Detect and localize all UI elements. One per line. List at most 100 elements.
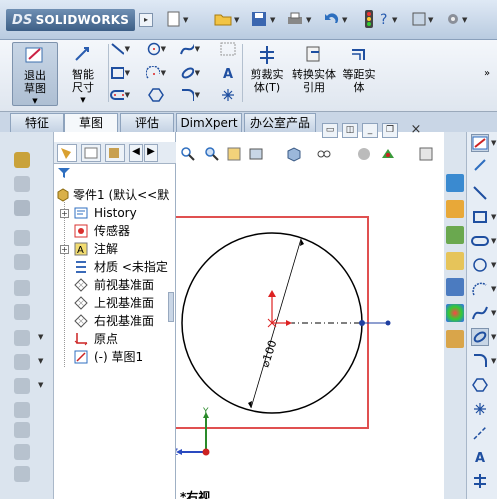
rt-rectangle-icon[interactable] <box>471 208 489 226</box>
sketch-canvas[interactable]: ⌀100 Y Z <box>176 172 444 499</box>
pattern-icon[interactable] <box>14 354 30 370</box>
window-close-icon[interactable]: × <box>408 123 424 138</box>
rt-point-icon[interactable] <box>471 400 489 418</box>
view-palette-icon[interactable] <box>446 278 464 296</box>
view-settings-icon[interactable] <box>418 146 434 162</box>
window-split-icon[interactable]: ◫ <box>342 123 358 138</box>
appearance-icon[interactable] <box>356 146 372 162</box>
circle-icon[interactable]: ▼ <box>146 40 166 58</box>
resources-icon[interactable] <box>446 174 464 192</box>
rt-slot-icon[interactable] <box>471 232 489 250</box>
filter-icon[interactable] <box>57 166 71 180</box>
command-manager: 退出草图 ▼ 智能尺寸 ▼ ▼ ▼ ▼ ▼ ▼ ▼ A ▼ ▼ 剪裁实体(T) … <box>0 40 497 112</box>
rectangle-icon[interactable]: ▼ <box>110 64 130 82</box>
convert-icon <box>306 46 320 62</box>
diameter-dimension-text[interactable]: ⌀100 <box>258 339 279 369</box>
sketch-toggle-icon[interactable] <box>471 134 489 152</box>
new-document-icon[interactable] <box>165 10 183 28</box>
extrude-icon[interactable] <box>14 152 30 168</box>
slot-icon[interactable]: ▼ <box>110 86 130 104</box>
scene-icon[interactable] <box>380 146 396 162</box>
polygon-icon[interactable] <box>146 86 166 104</box>
grid-icon[interactable] <box>218 40 238 58</box>
rt-text-icon[interactable]: A <box>471 448 489 466</box>
zoom-to-fit-icon[interactable] <box>180 146 196 162</box>
print-icon[interactable] <box>286 10 304 28</box>
offset-entities-button[interactable]: 等距实体 <box>336 42 382 106</box>
rt-centerline-icon[interactable] <box>471 424 489 442</box>
fillet-icon[interactable]: ▼ <box>180 86 200 104</box>
window-minimize-icon[interactable]: _ <box>362 123 378 138</box>
draft-icon[interactable] <box>14 402 30 418</box>
convert-entities-button[interactable]: 转换实体引用 <box>290 42 338 106</box>
svg-text:A: A <box>77 245 84 256</box>
panel-splitter-handle[interactable] <box>168 292 174 322</box>
design-library-icon[interactable] <box>446 226 464 244</box>
tab-evaluate[interactable]: 评估 <box>120 113 174 132</box>
logo-text: SOLIDWORKS <box>35 13 130 27</box>
more-arrow-icon[interactable]: » <box>484 68 490 79</box>
rt-circle-icon[interactable] <box>471 256 489 274</box>
feature-manager-tree: ◀ ▶ 零件1 (默认<<默 + History 传感器 + A 注解 材质 <… <box>54 132 176 499</box>
undo-icon[interactable] <box>322 10 340 28</box>
custom-properties-icon[interactable] <box>446 330 464 348</box>
file-explorer-icon[interactable] <box>446 252 464 270</box>
tab-sketch[interactable]: 草图 <box>64 113 118 132</box>
feature-manager-tab-icon[interactable] <box>57 144 77 162</box>
view-orientation-icon[interactable] <box>286 146 302 162</box>
cut-loft-icon[interactable] <box>14 304 30 320</box>
point-icon[interactable] <box>218 86 238 104</box>
text-icon[interactable]: A <box>218 64 238 82</box>
section-view-icon[interactable] <box>248 146 264 162</box>
fillet-feature-icon[interactable] <box>14 330 30 346</box>
rt-arc-icon[interactable] <box>471 280 489 298</box>
exit-sketch-button[interactable]: 退出草图 ▼ <box>12 42 58 106</box>
revolve-icon[interactable] <box>14 176 30 192</box>
shell-icon[interactable] <box>14 422 30 438</box>
display-style-icon[interactable] <box>316 146 332 162</box>
previous-view-icon[interactable] <box>226 146 242 162</box>
rt-spline-icon[interactable] <box>471 304 489 322</box>
save-icon[interactable] <box>250 10 268 28</box>
rt-smart-dimension-icon[interactable] <box>471 156 489 174</box>
fm-scroll-right-icon[interactable]: ▶ <box>144 144 158 162</box>
fm-scroll-left-icon[interactable]: ◀ <box>129 144 143 162</box>
menu-expand-arrow[interactable]: ▸ <box>139 13 153 27</box>
rt-line-icon[interactable] <box>471 184 489 202</box>
offset-icon <box>352 49 365 60</box>
cut-sweep-icon[interactable] <box>14 280 30 296</box>
tab-office-products[interactable]: 办公室产品 <box>244 113 316 132</box>
appearances-icon[interactable] <box>446 304 464 322</box>
property-manager-tab-icon[interactable] <box>81 144 101 162</box>
line-icon[interactable]: ▼ <box>110 40 130 58</box>
rib-icon[interactable] <box>14 378 30 394</box>
rt-ellipse-icon[interactable] <box>471 328 489 346</box>
rt-polygon-icon[interactable] <box>471 376 489 394</box>
spline-icon[interactable]: ▼ <box>180 40 200 58</box>
open-folder-icon[interactable] <box>214 10 232 28</box>
view-icon[interactable] <box>410 10 428 28</box>
tab-dimxpert[interactable]: DimXpert <box>176 113 242 132</box>
smart-dimension-button[interactable]: 智能尺寸 ▼ <box>60 42 106 106</box>
ellipse-icon[interactable]: ▼ <box>180 64 200 82</box>
mirror-icon[interactable] <box>14 466 30 482</box>
rt-fillet-icon[interactable] <box>471 352 489 370</box>
options-gear-icon[interactable] <box>444 10 462 28</box>
trim-entities-button[interactable]: 剪裁实体(T) <box>244 42 290 106</box>
task-pane-tabs <box>444 132 466 499</box>
tab-features[interactable]: 特征 <box>10 113 64 132</box>
graphics-area[interactable]: ▭ ◫ _ ❐ × ⌀100 Y *右视 <box>176 123 444 499</box>
wrap-icon[interactable] <box>14 444 30 460</box>
axis-y-label: Y <box>202 407 209 417</box>
cut-extrude-icon[interactable] <box>14 230 30 246</box>
window-tile-icon[interactable]: ▭ <box>322 123 338 138</box>
zoom-area-icon[interactable] <box>204 146 220 162</box>
home-icon[interactable] <box>446 200 464 218</box>
arc-icon[interactable]: ▼ <box>146 64 166 82</box>
sweep-icon[interactable] <box>14 200 30 216</box>
configuration-manager-tab-icon[interactable] <box>105 144 125 162</box>
solidworks-logo[interactable]: DS SOLIDWORKS <box>6 9 136 31</box>
rt-trim-icon[interactable] <box>471 472 489 490</box>
cut-revolve-icon[interactable] <box>14 254 30 270</box>
window-restore-icon[interactable]: ❐ <box>382 123 398 138</box>
